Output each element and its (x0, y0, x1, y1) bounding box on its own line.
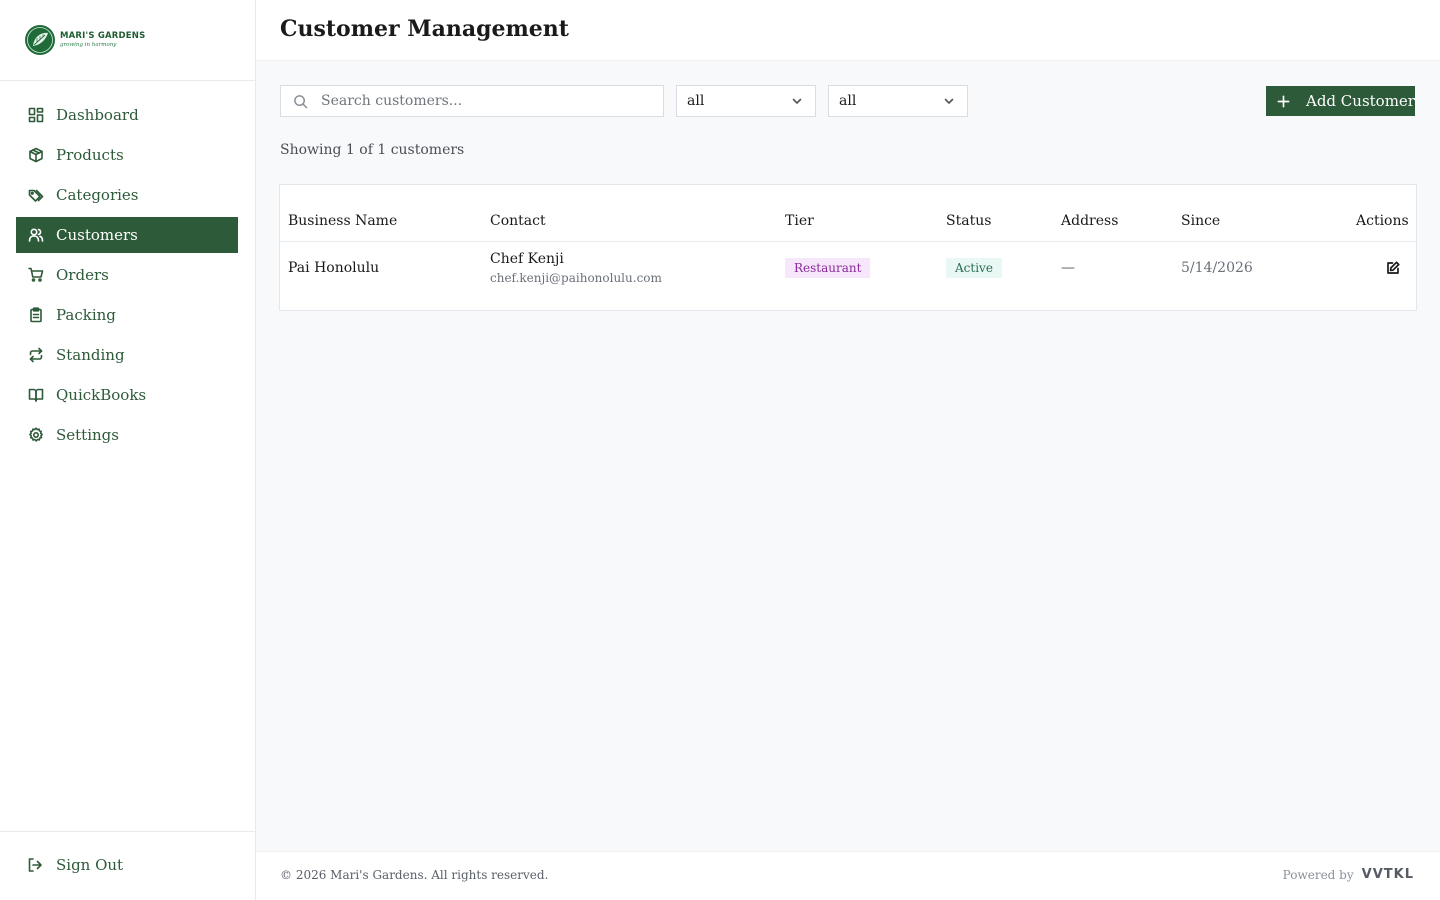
add-customer-label: Add Customer (1306, 92, 1415, 110)
sidebar-item-dashboard[interactable]: Dashboard (16, 97, 238, 133)
add-customer-button[interactable]: Add Customer (1266, 86, 1415, 116)
sidebar-item-orders[interactable]: Orders (16, 257, 238, 293)
header-divider (280, 241, 1416, 242)
page-header: Customer Management (256, 0, 1440, 61)
sidebar-item-label: Settings (56, 426, 119, 444)
tags-icon (27, 186, 45, 204)
sidebar-item-label: Dashboard (56, 106, 139, 124)
grid-icon (27, 106, 45, 124)
status-filter-value: all (839, 93, 857, 109)
status-badge: Active (946, 258, 1002, 278)
sidebar-item-packing[interactable]: Packing (16, 297, 238, 333)
column-header-actions: Actions (1356, 213, 1409, 229)
search-input[interactable] (321, 93, 641, 109)
column-header-status[interactable]: Status (946, 213, 991, 229)
powered-by: Powered by VVTKL (1283, 867, 1414, 882)
chevron-down-icon (791, 94, 805, 108)
sidebar-footer: Sign Out (0, 831, 255, 900)
page-footer: © 2026 Mari's Gardens. All rights reserv… (256, 851, 1440, 900)
vendor-logo[interactable]: VVTKL (1362, 867, 1414, 882)
sidebar: MARI'S GARDENS growing in harmony Dashbo… (0, 0, 256, 900)
users-icon (27, 226, 45, 244)
sign-out-label: Sign Out (56, 856, 124, 874)
status-filter-select[interactable]: all (828, 85, 968, 117)
sidebar-item-settings[interactable]: Settings (16, 417, 238, 453)
sidebar-item-standing[interactable]: Standing (16, 337, 238, 373)
tier-filter-value: all (687, 93, 705, 109)
chevron-down-icon (943, 94, 957, 108)
column-header-address[interactable]: Address (1061, 213, 1118, 229)
cart-icon (27, 266, 45, 284)
customers-table: Business Name Contact Tier Status Addres… (279, 184, 1417, 311)
sidebar-item-label: Packing (56, 306, 116, 324)
edit-customer-button[interactable] (1385, 260, 1401, 276)
book-icon (27, 386, 45, 404)
sidebar-item-categories[interactable]: Categories (16, 177, 238, 213)
sidebar-nav: Dashboard Products Categories Customers … (16, 97, 238, 457)
sidebar-item-label: Standing (56, 346, 125, 364)
contact-name-cell: Chef Kenji (490, 251, 564, 267)
gear-icon (27, 426, 45, 444)
sidebar-item-label: Customers (56, 226, 138, 244)
package-icon (27, 146, 45, 164)
repeat-icon (27, 346, 45, 364)
page-title: Customer Management (280, 16, 569, 42)
leaf-logo-icon (24, 24, 56, 56)
address-cell: — (1061, 260, 1075, 276)
search-box (280, 85, 664, 117)
contact-email-cell: chef.kenji@paihonolulu.com (490, 271, 662, 285)
sidebar-item-products[interactable]: Products (16, 137, 238, 173)
powered-by-label: Powered by (1282, 867, 1354, 882)
sign-out-button[interactable]: Sign Out (27, 856, 123, 874)
tier-badge: Restaurant (785, 258, 871, 278)
brand-name: MARI'S GARDENS (60, 30, 146, 41)
since-cell: 5/14/2026 (1181, 260, 1253, 276)
sidebar-item-label: Categories (56, 186, 139, 204)
log-out-icon (27, 856, 45, 874)
tier-filter-select[interactable]: all (676, 85, 816, 117)
sidebar-item-label: Products (56, 146, 124, 164)
sidebar-item-label: QuickBooks (56, 386, 147, 404)
brand-logo[interactable]: MARI'S GARDENS growing in harmony (24, 24, 145, 56)
search-icon (293, 93, 309, 109)
edit-icon (1387, 261, 1400, 274)
column-header-business-name[interactable]: Business Name (288, 213, 397, 229)
clipboard-icon (27, 306, 45, 324)
sidebar-item-label: Orders (56, 266, 109, 284)
column-header-since[interactable]: Since (1181, 213, 1220, 229)
column-header-contact[interactable]: Contact (490, 213, 546, 229)
column-header-tier[interactable]: Tier (785, 213, 814, 229)
business-name-cell: Pai Honolulu (288, 260, 380, 276)
copyright-text: © 2026 Mari's Gardens. All rights reserv… (280, 868, 549, 882)
results-count: Showing 1 of 1 customers (280, 142, 465, 158)
sidebar-item-customers[interactable]: Customers (16, 217, 238, 253)
brand-tagline: growing in harmony (60, 42, 117, 48)
brand-header: MARI'S GARDENS growing in harmony (0, 0, 255, 81)
plus-icon (1277, 94, 1291, 108)
sidebar-item-quickbooks[interactable]: QuickBooks (16, 377, 238, 413)
